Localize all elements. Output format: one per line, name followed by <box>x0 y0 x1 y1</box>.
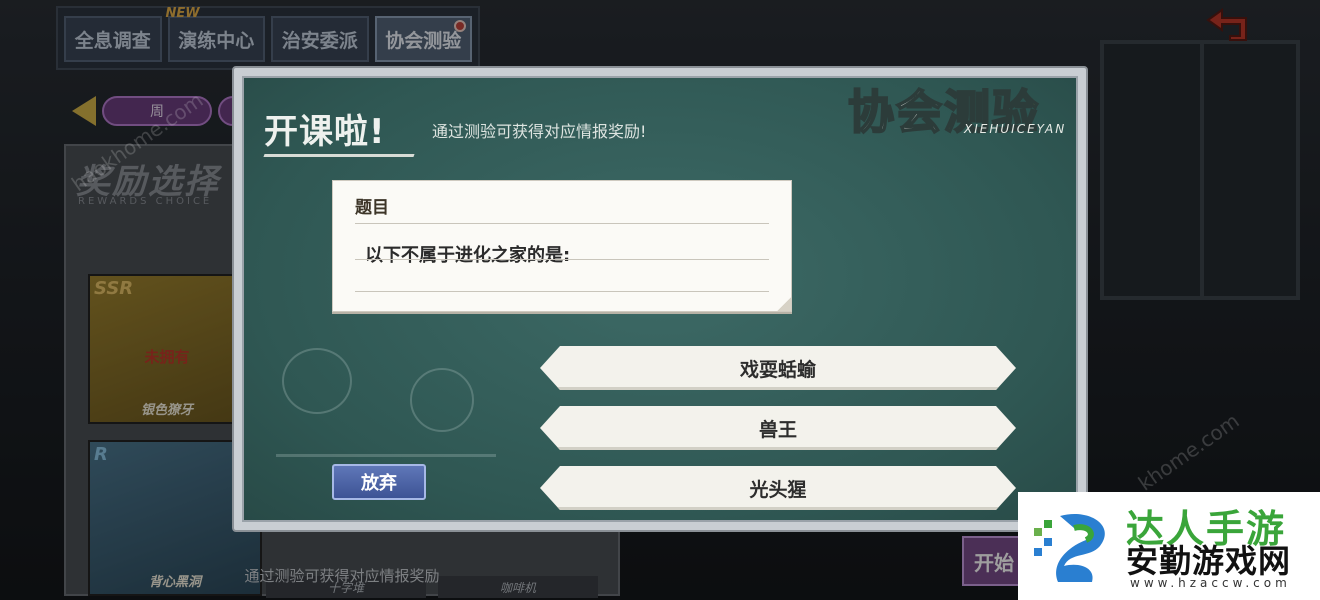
quiz-subheading: 通过测验可获得对应情报奖励! <box>432 122 647 141</box>
logo-plain: 协会 <box>847 84 944 140</box>
doodle-head <box>282 348 352 414</box>
give-up-label: 放弃 <box>361 473 397 494</box>
brand-logo-icon <box>1034 514 1105 582</box>
quiz-logo: 协会测验 XIEHUICEYAN <box>847 78 1076 140</box>
answer-option-1[interactable]: 戏耍蛞蝓 <box>540 346 1016 390</box>
divider <box>355 291 769 292</box>
brand-watermark: 达人手游 安勤游戏网 www.hzaccw.com <box>1018 492 1320 600</box>
answer-list: 戏耍蛞蝓 兽王 光头猩 <box>540 346 1016 522</box>
page-fold-icon <box>777 297 791 311</box>
answer-option-2[interactable]: 兽王 <box>540 406 1016 450</box>
chalkboard: 开课啦! 通过测验可获得对应情报奖励! 协会测验 XIEHUICEYAN 题目 … <box>242 76 1078 522</box>
give-up-button[interactable]: 放弃 <box>332 464 426 500</box>
brand-url: www.hzaccw.com <box>1130 576 1291 590</box>
doodle-head <box>410 368 474 432</box>
answer-option-3[interactable]: 光头猩 <box>540 466 1016 510</box>
chibi-genos-doodle <box>272 348 362 458</box>
heading-underline <box>263 154 415 157</box>
quiz-heading: 开课啦! <box>264 112 386 152</box>
logo-pinyin: XIEHUICEYAN <box>964 122 1067 136</box>
question-label: 题目 <box>355 198 389 218</box>
quiz-modal: 开课啦! 通过测验可获得对应情报奖励! 协会测验 XIEHUICEYAN 题目 … <box>232 66 1088 532</box>
question-text: 以下不属于进化之家的是: <box>365 245 571 266</box>
divider <box>355 223 769 224</box>
question-card: 题目 以下不属于进化之家的是: <box>332 180 792 312</box>
divider <box>355 259 769 260</box>
